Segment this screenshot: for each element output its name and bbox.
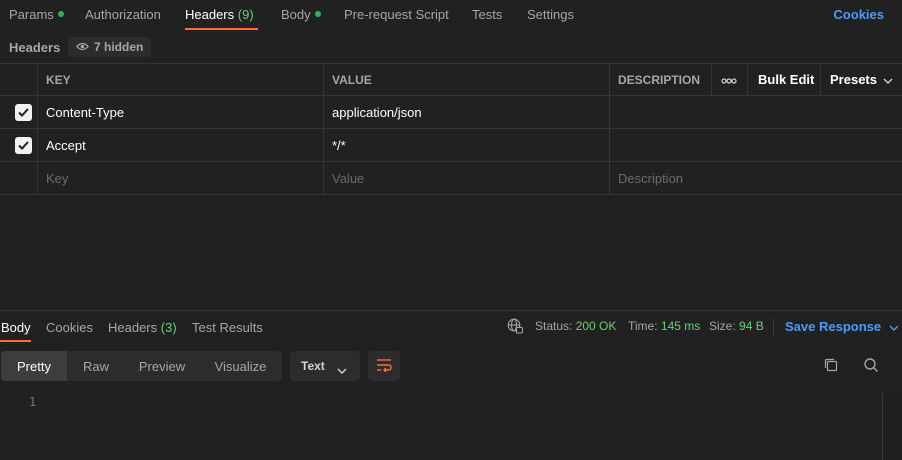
header-description-cell[interactable] [609, 129, 618, 161]
check-icon [18, 141, 29, 150]
time-value: 145 ms [660, 319, 701, 333]
ellipsis-icon [721, 72, 737, 87]
check-icon [18, 108, 29, 117]
copy-button[interactable] [821, 356, 841, 376]
cookies-link[interactable]: Cookies [833, 7, 884, 22]
copy-icon [823, 357, 839, 376]
line-number: 1 [29, 395, 37, 409]
save-response-dropdown[interactable]: Save Response [785, 319, 899, 334]
tab-tests[interactable]: Tests [472, 7, 502, 22]
wrap-lines-button[interactable] [368, 351, 400, 381]
new-description-input[interactable]: Description [609, 162, 683, 194]
tab-settings[interactable]: Settings [527, 7, 574, 22]
column-header-value: VALUE [332, 72, 372, 87]
tab-headers[interactable]: Headers (9) [185, 7, 254, 22]
row-enabled-checkbox[interactable] [15, 137, 32, 154]
response-status[interactable]: Status: 200 OK [535, 319, 616, 333]
table-row: Accept */* [0, 129, 902, 162]
response-size[interactable]: Size: 94 B [709, 319, 764, 333]
format-label: Text [301, 359, 325, 373]
editor-scrollbar[interactable] [882, 393, 902, 460]
active-response-tab-underline [0, 340, 31, 342]
bulk-edit-button[interactable]: Bulk Edit [749, 64, 814, 95]
status-value: 200 OK [575, 319, 617, 333]
active-tab-underline [185, 28, 258, 30]
divider [773, 318, 774, 336]
header-key-cell[interactable]: Content-Type [37, 96, 124, 128]
tab-prerequest-script[interactable]: Pre-request Script [344, 7, 449, 22]
chevron-down-icon [883, 72, 893, 87]
body-indicator-dot [314, 11, 321, 17]
hidden-headers-toggle[interactable]: 7 hidden [68, 37, 152, 57]
eye-icon [75, 40, 90, 54]
header-value-cell[interactable]: */* [323, 129, 346, 161]
response-tab-headers-label: Headers [108, 320, 158, 335]
view-pretty[interactable]: Pretty [1, 351, 67, 381]
response-tab-headers[interactable]: Headers (3) [108, 320, 177, 335]
tab-params[interactable]: Params [9, 7, 64, 22]
tab-body-label: Body [281, 7, 311, 22]
header-key-cell[interactable]: Accept [37, 129, 86, 161]
search-button[interactable] [861, 356, 881, 376]
size-label: Size: [709, 319, 736, 333]
headers-section-title: Headers [9, 40, 61, 55]
column-divider [747, 64, 748, 95]
more-options-button[interactable] [711, 64, 747, 95]
view-visualize[interactable]: Visualize [199, 351, 282, 381]
params-indicator-dot [57, 11, 64, 17]
tab-authorization[interactable]: Authorization [85, 7, 161, 22]
search-icon [863, 357, 879, 376]
size-value: 94 B [739, 319, 764, 333]
network-globe-icon[interactable] [507, 318, 524, 337]
request-tabs: Params Authorization Headers (9) Body Pr… [0, 0, 902, 31]
column-header-key: KEY [46, 72, 71, 87]
new-value-input[interactable]: Value [323, 162, 364, 194]
tab-headers-count: (9) [237, 7, 254, 22]
response-time[interactable]: Time: 145 ms [628, 319, 700, 333]
tab-body[interactable]: Body [281, 7, 321, 22]
column-header-description: DESCRIPTION [618, 72, 701, 87]
wrap-text-icon [376, 358, 392, 375]
header-value-cell[interactable]: application/json [323, 96, 422, 128]
response-tab-test-results[interactable]: Test Results [192, 320, 263, 335]
tab-headers-label: Headers [185, 7, 235, 22]
format-dropdown[interactable]: Text [290, 351, 360, 381]
chevron-down-icon [889, 319, 899, 334]
presets-dropdown[interactable]: Presets [821, 64, 893, 95]
time-label: Time: [628, 319, 658, 333]
view-mode-selector: Pretty Raw Preview Visualize [1, 351, 282, 381]
chevron-down-icon [337, 363, 347, 377]
response-tab-body[interactable]: Body [1, 320, 31, 335]
table-row-new: Key Value Description [0, 162, 902, 195]
view-raw[interactable]: Raw [67, 351, 125, 381]
tab-params-label: Params [9, 7, 54, 22]
header-description-cell[interactable] [609, 96, 618, 128]
view-preview[interactable]: Preview [125, 351, 199, 381]
save-response-label: Save Response [785, 319, 882, 334]
table-row: Content-Type application/json [0, 96, 902, 129]
status-label: Status: [535, 319, 573, 333]
table-header-row: KEY VALUE DESCRIPTION Bulk Edit Presets [0, 63, 902, 96]
presets-label: Presets [830, 72, 877, 87]
response-tab-headers-count: (3) [160, 320, 177, 335]
new-key-input[interactable]: Key [37, 162, 68, 194]
hidden-headers-label: 7 hidden [94, 40, 144, 54]
response-tabs: Body Cookies Headers (3) Test Results [0, 310, 902, 343]
response-tab-cookies[interactable]: Cookies [46, 320, 93, 335]
row-enabled-checkbox[interactable] [15, 104, 32, 121]
